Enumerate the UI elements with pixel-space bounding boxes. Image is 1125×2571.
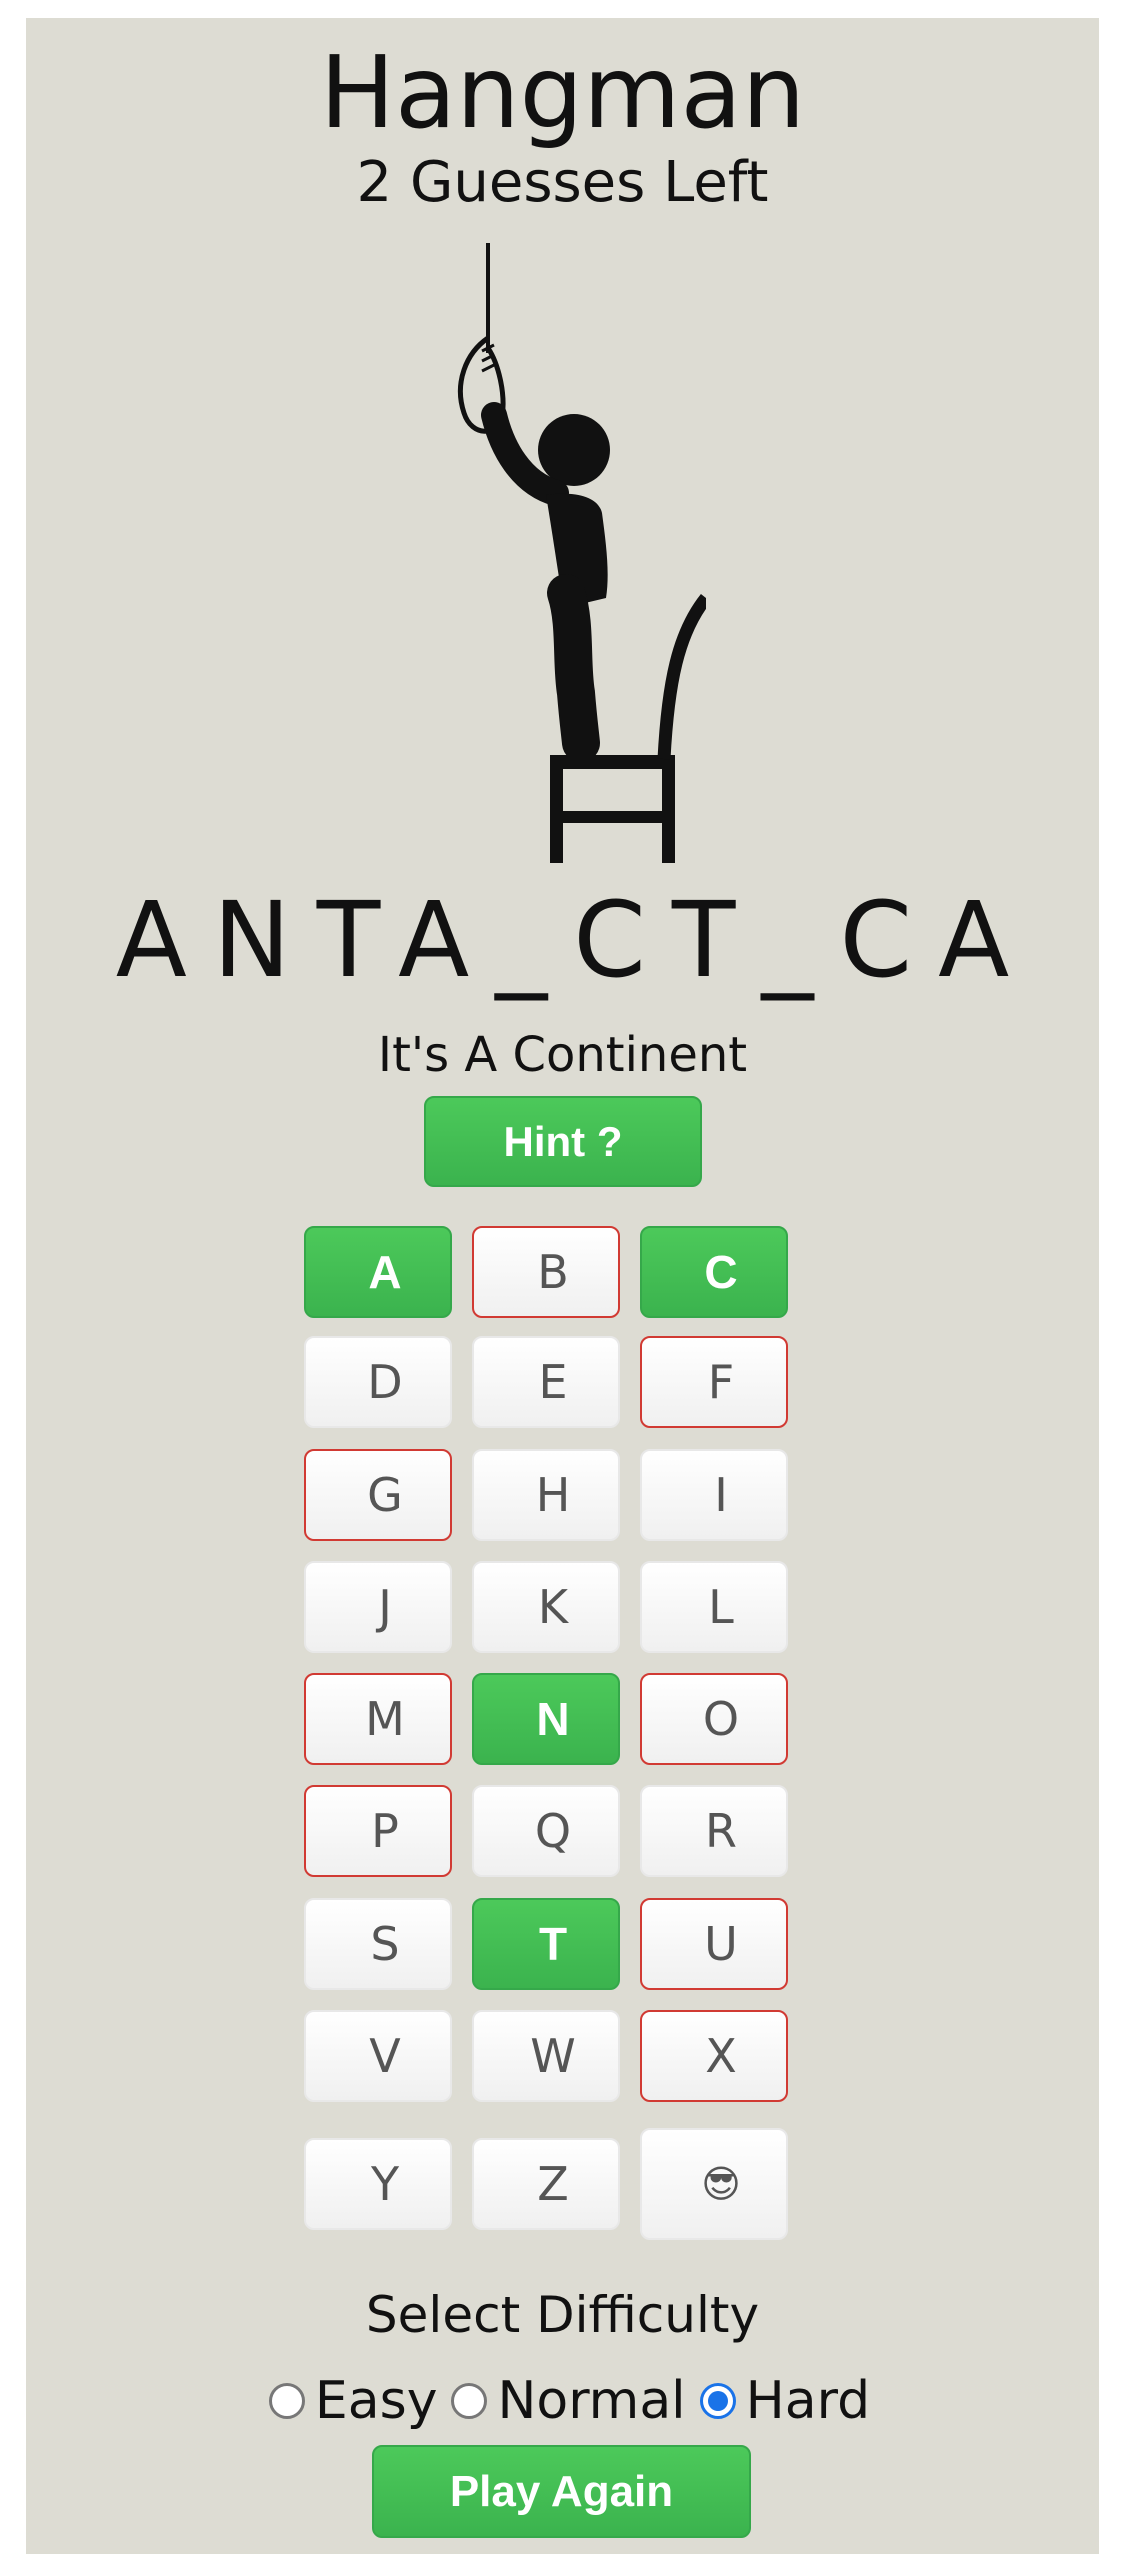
radio-hard-label[interactable]: Hard (746, 2366, 870, 2436)
key-q[interactable]: Q (472, 1785, 620, 1877)
game-panel: Hangman 2 Guesses Left ANTA_CT_CA It's A… (26, 18, 1099, 2554)
key-d[interactable]: D (304, 1336, 452, 1428)
game-title: Hangman (319, 34, 806, 151)
key-i[interactable]: I (640, 1449, 788, 1541)
key-n[interactable]: N (472, 1673, 620, 1765)
key-g[interactable]: G (304, 1449, 452, 1541)
hangman-figure (458, 243, 706, 863)
head (538, 414, 610, 486)
key-f[interactable]: F (640, 1336, 788, 1428)
key-a[interactable]: A (304, 1226, 452, 1318)
key-j[interactable]: J (304, 1561, 452, 1653)
key-p[interactable]: P (304, 1785, 452, 1877)
radio-normal[interactable] (451, 2383, 488, 2419)
key-e[interactable]: E (472, 1336, 620, 1428)
key-r[interactable]: R (640, 1785, 788, 1877)
chair-back (657, 593, 706, 760)
key-z[interactable]: Z (472, 2138, 620, 2230)
key-y[interactable]: Y (304, 2138, 452, 2230)
guesses-left: 2 Guesses Left (356, 150, 769, 215)
play-again-button[interactable]: Play Again (372, 2445, 751, 2538)
key-s[interactable]: S (304, 1898, 452, 1990)
hint-button[interactable]: Hint ? (424, 1096, 702, 1187)
radio-easy[interactable] (268, 2383, 305, 2419)
key-k[interactable]: K (472, 1561, 620, 1653)
leg (547, 574, 600, 762)
key-v[interactable]: V (304, 2010, 452, 2102)
radio-easy-label[interactable]: Easy (315, 2366, 438, 2436)
difficulty-label: Select Difficulty (365, 2286, 760, 2344)
key-x[interactable]: X (640, 2010, 788, 2102)
radio-normal-label[interactable]: Normal (497, 2366, 685, 2436)
word-display: ANTA_CT_CA (115, 879, 1036, 1001)
clue-text: It's A Continent (377, 1027, 748, 1083)
key-m[interactable]: M (304, 1673, 452, 1765)
key-u[interactable]: U (640, 1898, 788, 1990)
key-l[interactable]: L (640, 1561, 788, 1653)
key-h[interactable]: H (472, 1449, 620, 1541)
key-w[interactable]: W (472, 2010, 620, 2102)
difficulty-options: Easy Normal Hard (26, 2366, 1099, 2436)
chair-seat (550, 755, 675, 769)
radio-hard[interactable] (699, 2383, 736, 2419)
key-o[interactable]: O (640, 1673, 788, 1765)
key-emoji[interactable]: 😎 (640, 2128, 788, 2240)
key-t[interactable]: T (472, 1898, 620, 1990)
key-b[interactable]: B (472, 1226, 620, 1318)
key-c[interactable]: C (640, 1226, 788, 1318)
